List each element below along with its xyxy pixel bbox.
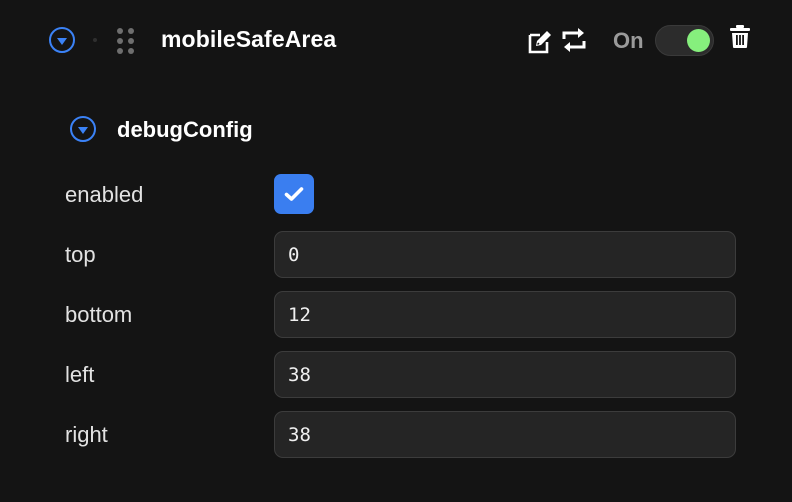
drag-dot — [128, 48, 134, 54]
enabled-checkbox[interactable] — [274, 174, 314, 214]
edit-icon[interactable] — [527, 28, 554, 60]
checkmark-icon — [284, 187, 304, 201]
top-label: top — [65, 242, 96, 267]
drag-dot — [128, 28, 134, 34]
toggle-knob — [687, 29, 710, 52]
top-input[interactable] — [274, 231, 736, 278]
collapse-circle-icon[interactable] — [49, 27, 75, 53]
trash-icon[interactable] — [729, 24, 751, 54]
bottom-label: bottom — [65, 302, 133, 327]
drag-dot — [117, 38, 123, 44]
drag-dot — [117, 48, 123, 54]
drag-handle-icon[interactable] — [117, 28, 137, 54]
separator-dot — [93, 38, 97, 42]
bottom-input[interactable] — [274, 291, 736, 338]
triangle-down-icon — [57, 37, 67, 45]
left-input[interactable] — [274, 351, 736, 398]
enabled-label: enabled — [65, 182, 144, 207]
item-title: mobileSafeArea — [161, 26, 337, 52]
item-header: mobileSafeArea On — [0, 0, 792, 82]
toggle-label: On — [613, 28, 644, 53]
left-label: left — [65, 362, 95, 387]
triangle-down-icon — [78, 126, 88, 134]
section-collapse-icon[interactable] — [70, 116, 96, 142]
drag-dot — [128, 38, 134, 44]
right-input[interactable] — [274, 411, 736, 458]
swap-icon[interactable] — [561, 26, 587, 59]
enable-toggle[interactable] — [655, 25, 714, 56]
right-label: right — [65, 422, 108, 447]
drag-dot — [117, 28, 123, 34]
section-title: debugConfig — [117, 117, 253, 142]
